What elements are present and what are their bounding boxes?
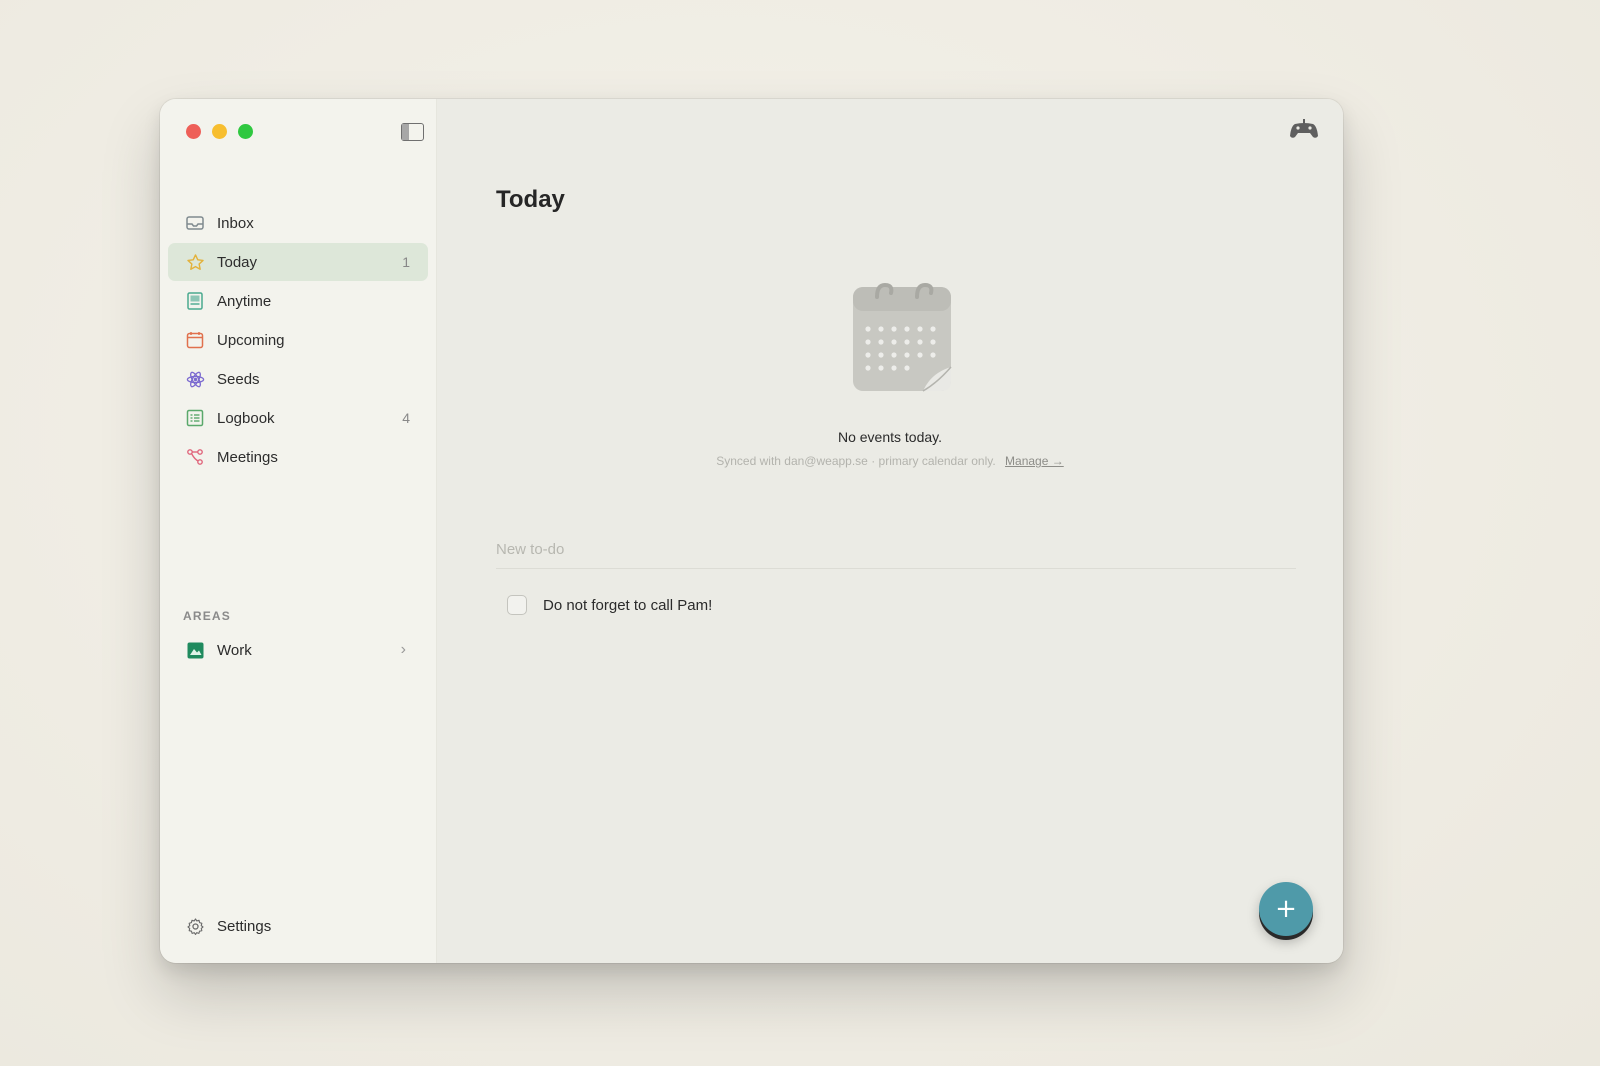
- window-controls: [186, 124, 253, 139]
- main-panel: Today No events today. Synced with dan@w…: [437, 99, 1343, 963]
- sidebar-toggle-icon[interactable]: [401, 123, 424, 141]
- sidebar-item-count: 1: [402, 254, 410, 270]
- sidebar-item-label: Today: [217, 253, 258, 271]
- sidebar-item-logbook[interactable]: Logbook 4: [168, 399, 428, 437]
- sidebar-item-inbox[interactable]: Inbox: [168, 204, 428, 242]
- sidebar-item-label: Logbook: [217, 409, 275, 427]
- zoom-window-button[interactable]: [238, 124, 253, 139]
- areas-header: AREAS: [183, 609, 232, 623]
- sidebar: Inbox Today 1 Anytime Upcoming Seeds Log…: [160, 99, 437, 963]
- sidebar-area-work[interactable]: Work ›: [168, 631, 428, 669]
- chevron-right-icon[interactable]: ›: [401, 641, 406, 659]
- sidebar-nav: Inbox Today 1 Anytime Upcoming Seeds Log…: [168, 204, 428, 477]
- sidebar-item-label: Inbox: [217, 214, 254, 232]
- seeds-icon: [185, 369, 205, 389]
- area-icon: [185, 640, 205, 660]
- meetings-icon: [185, 447, 205, 467]
- sidebar-item-label: Meetings: [217, 448, 278, 466]
- todo-label: Do not forget to call Pam!: [543, 596, 713, 614]
- add-todo-button[interactable]: +: [1259, 882, 1313, 936]
- sidebar-item-label: Seeds: [217, 370, 260, 388]
- calendar-illustration-icon: [851, 277, 953, 398]
- settings-label: Settings: [217, 917, 272, 935]
- sidebar-item-label: Anytime: [217, 292, 272, 310]
- app-window: Inbox Today 1 Anytime Upcoming Seeds Log…: [160, 99, 1343, 963]
- sidebar-item-meetings[interactable]: Meetings: [168, 438, 428, 476]
- star-icon: [185, 252, 205, 272]
- todo-checkbox[interactable]: [507, 595, 527, 615]
- settings-button[interactable]: Settings: [168, 907, 428, 945]
- game-controller-icon[interactable]: [1289, 118, 1319, 145]
- area-label: Work: [217, 641, 252, 659]
- calendar-icon: [185, 330, 205, 350]
- stack-icon: [185, 291, 205, 311]
- sidebar-item-count: 4: [402, 410, 410, 426]
- empty-state-title: No events today.: [837, 429, 943, 445]
- sidebar-item-label: Upcoming: [217, 331, 285, 349]
- calendar-sync-info: Synced with dan@weapp.se · primary calen…: [437, 454, 1343, 468]
- inbox-icon: [185, 213, 205, 233]
- sidebar-item-anytime[interactable]: Anytime: [168, 282, 428, 320]
- gear-icon: [185, 916, 205, 936]
- close-window-button[interactable]: [186, 124, 201, 139]
- logbook-icon: [185, 408, 205, 428]
- sync-text: Synced with dan@weapp.se · primary calen…: [716, 454, 996, 468]
- manage-link[interactable]: Manage →: [1005, 454, 1064, 468]
- todo-item[interactable]: Do not forget to call Pam!: [507, 595, 712, 615]
- minimize-window-button[interactable]: [212, 124, 227, 139]
- sidebar-item-upcoming[interactable]: Upcoming: [168, 321, 428, 359]
- sidebar-item-seeds[interactable]: Seeds: [168, 360, 428, 398]
- sidebar-item-today[interactable]: Today 1: [168, 243, 428, 281]
- new-todo-input[interactable]: New to-do: [496, 531, 1296, 569]
- page-title: Today: [496, 186, 565, 213]
